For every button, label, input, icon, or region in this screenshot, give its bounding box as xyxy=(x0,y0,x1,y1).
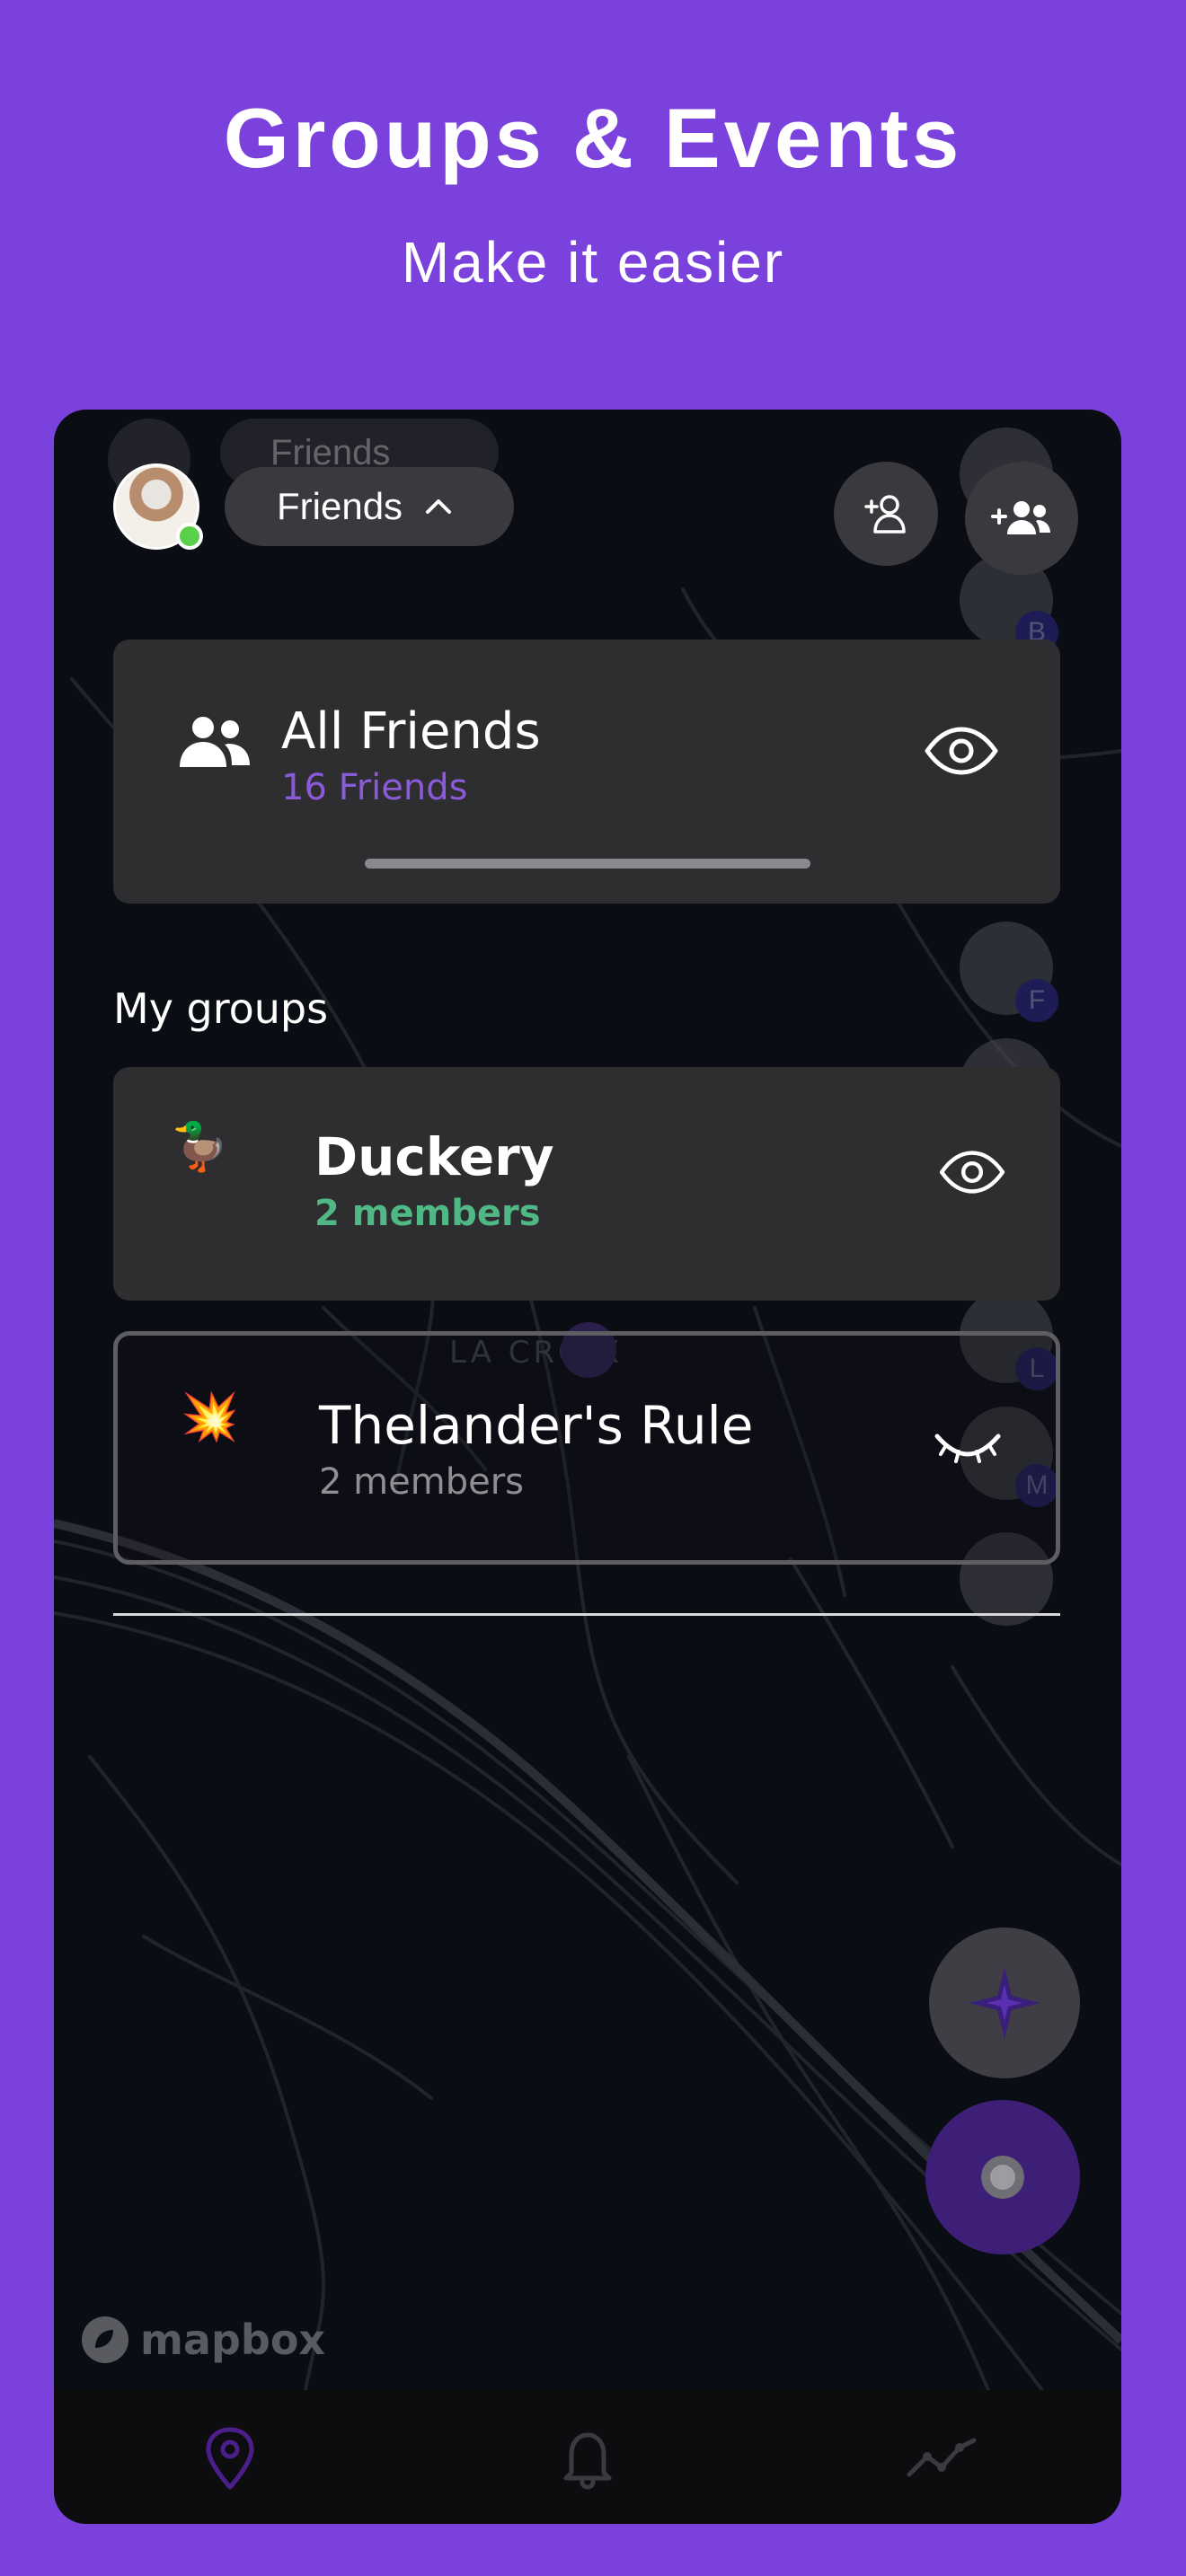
promo-subline: Make it easier xyxy=(401,230,785,295)
friend-avatar[interactable]: F xyxy=(960,922,1058,1022)
promo-headline: Groups & Events xyxy=(223,91,963,185)
group-emoji: 💥 xyxy=(181,1390,239,1444)
friend-initial: F xyxy=(1015,979,1058,1022)
bell-icon xyxy=(563,2432,612,2490)
group-members-count: 2 members xyxy=(319,1461,524,1503)
tab-bar xyxy=(54,2390,1121,2524)
group-name: Duckery xyxy=(314,1126,554,1187)
notifications-tab[interactable] xyxy=(552,2422,624,2494)
sheet-divider xyxy=(113,1613,1060,1616)
add-friend-button[interactable] xyxy=(834,462,938,566)
group-card-duckery[interactable]: 🦆 Duckery 2 members xyxy=(113,1067,1060,1301)
map-tab[interactable] xyxy=(194,2422,266,2494)
compass-button[interactable] xyxy=(929,1928,1080,2078)
friends-filter-label: Friends xyxy=(277,485,403,527)
phone-screen: LA CROIX B F L M Friends Friends All Fri… xyxy=(54,410,1121,2524)
sheet-drag-handle[interactable] xyxy=(365,859,810,869)
add-group-button[interactable] xyxy=(965,462,1078,575)
group-card-thelanders-rule[interactable]: 💥 Thelander's Rule 2 members xyxy=(113,1331,1060,1565)
group-members-count: 2 members xyxy=(314,1193,541,1234)
mapbox-attribution[interactable]: mapbox xyxy=(79,2314,325,2366)
chevron-up-icon xyxy=(426,499,452,514)
compass-icon xyxy=(969,1967,1040,2039)
location-pin-icon xyxy=(206,2427,254,2490)
group-emoji: 🦆 xyxy=(171,1120,229,1174)
activity-tab[interactable] xyxy=(906,2422,978,2494)
online-status-dot xyxy=(176,523,203,550)
add-group-icon xyxy=(991,501,1050,534)
my-groups-heading: My groups xyxy=(113,984,329,1033)
mapbox-label: mapbox xyxy=(140,2316,326,2364)
locate-me-button[interactable] xyxy=(925,2100,1080,2254)
add-person-icon xyxy=(864,495,906,534)
friends-filter-dropdown[interactable]: Friends xyxy=(225,467,514,546)
all-friends-count: 16 Friends xyxy=(281,767,468,808)
eye-icon[interactable] xyxy=(924,726,999,776)
group-name: Thelander's Rule xyxy=(319,1395,754,1456)
all-friends-title: All Friends xyxy=(281,702,541,761)
trend-icon xyxy=(907,2438,977,2477)
mapbox-icon xyxy=(82,2316,128,2363)
target-icon xyxy=(981,2156,1024,2199)
people-icon xyxy=(180,717,250,767)
eye-icon[interactable] xyxy=(938,1150,1006,1195)
eye-closed-icon[interactable] xyxy=(934,1429,1002,1465)
